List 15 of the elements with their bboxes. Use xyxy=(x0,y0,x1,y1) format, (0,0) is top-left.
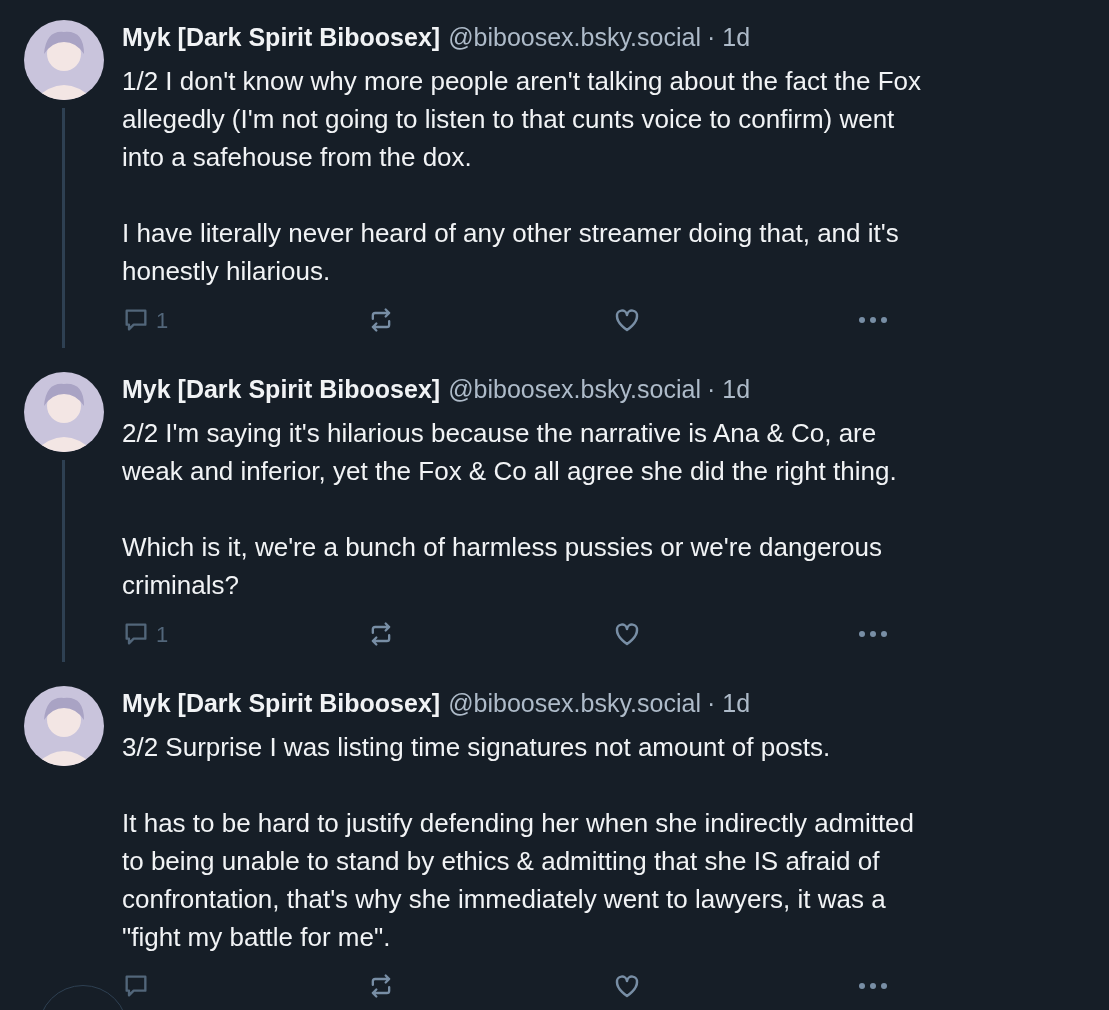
post-text: 3/2 Surprise I was listing time signatures not amount of posts. xyxy=(122,731,832,764)
post-text: I have literally never heard of any other streamer doing that, and it's honestly hilarious. xyxy=(122,217,900,288)
author-handle[interactable]: @biboosex.bsky.social xyxy=(448,372,701,406)
author-handle[interactable]: @biboosex.bsky.social xyxy=(448,20,701,54)
author-handle[interactable]: @biboosex.bsky.social xyxy=(448,686,701,720)
post-text: Which is it, we're a bunch of harmless pussies or we're dangerous criminals? xyxy=(122,531,883,602)
post-time[interactable]: · 1d xyxy=(706,20,751,54)
post-text: 2/2 I'm saying it's hilarious because the narrative is Ana & Co, are weak and inferior, yet the Fox & Co all agree she did the right thing. xyxy=(122,417,898,488)
author-name[interactable]: Myk [Dark Spirit Biboosex] xyxy=(122,686,441,720)
post-time[interactable]: · 1d xyxy=(706,372,751,406)
post-time[interactable]: · 1d xyxy=(706,686,751,720)
author-name[interactable]: Myk [Dark Spirit Biboosex] xyxy=(122,20,441,54)
post-text: 1/2 I don't know why more people aren't talking about the fact the Fox allegedly (I'm not going to listen to that cunts voice to confirm) went into a safehouse from the dox. xyxy=(122,65,922,174)
author-name[interactable]: Myk [Dark Spirit Biboosex] xyxy=(122,372,441,406)
post-text: It has to be hard to justify defending her when she indirectly admitted to being unable to stand by ethics & admitting that she IS afraid of confrontation, that's why she immediately went to lawyers, it was a "fight my battle for me". xyxy=(122,807,916,954)
